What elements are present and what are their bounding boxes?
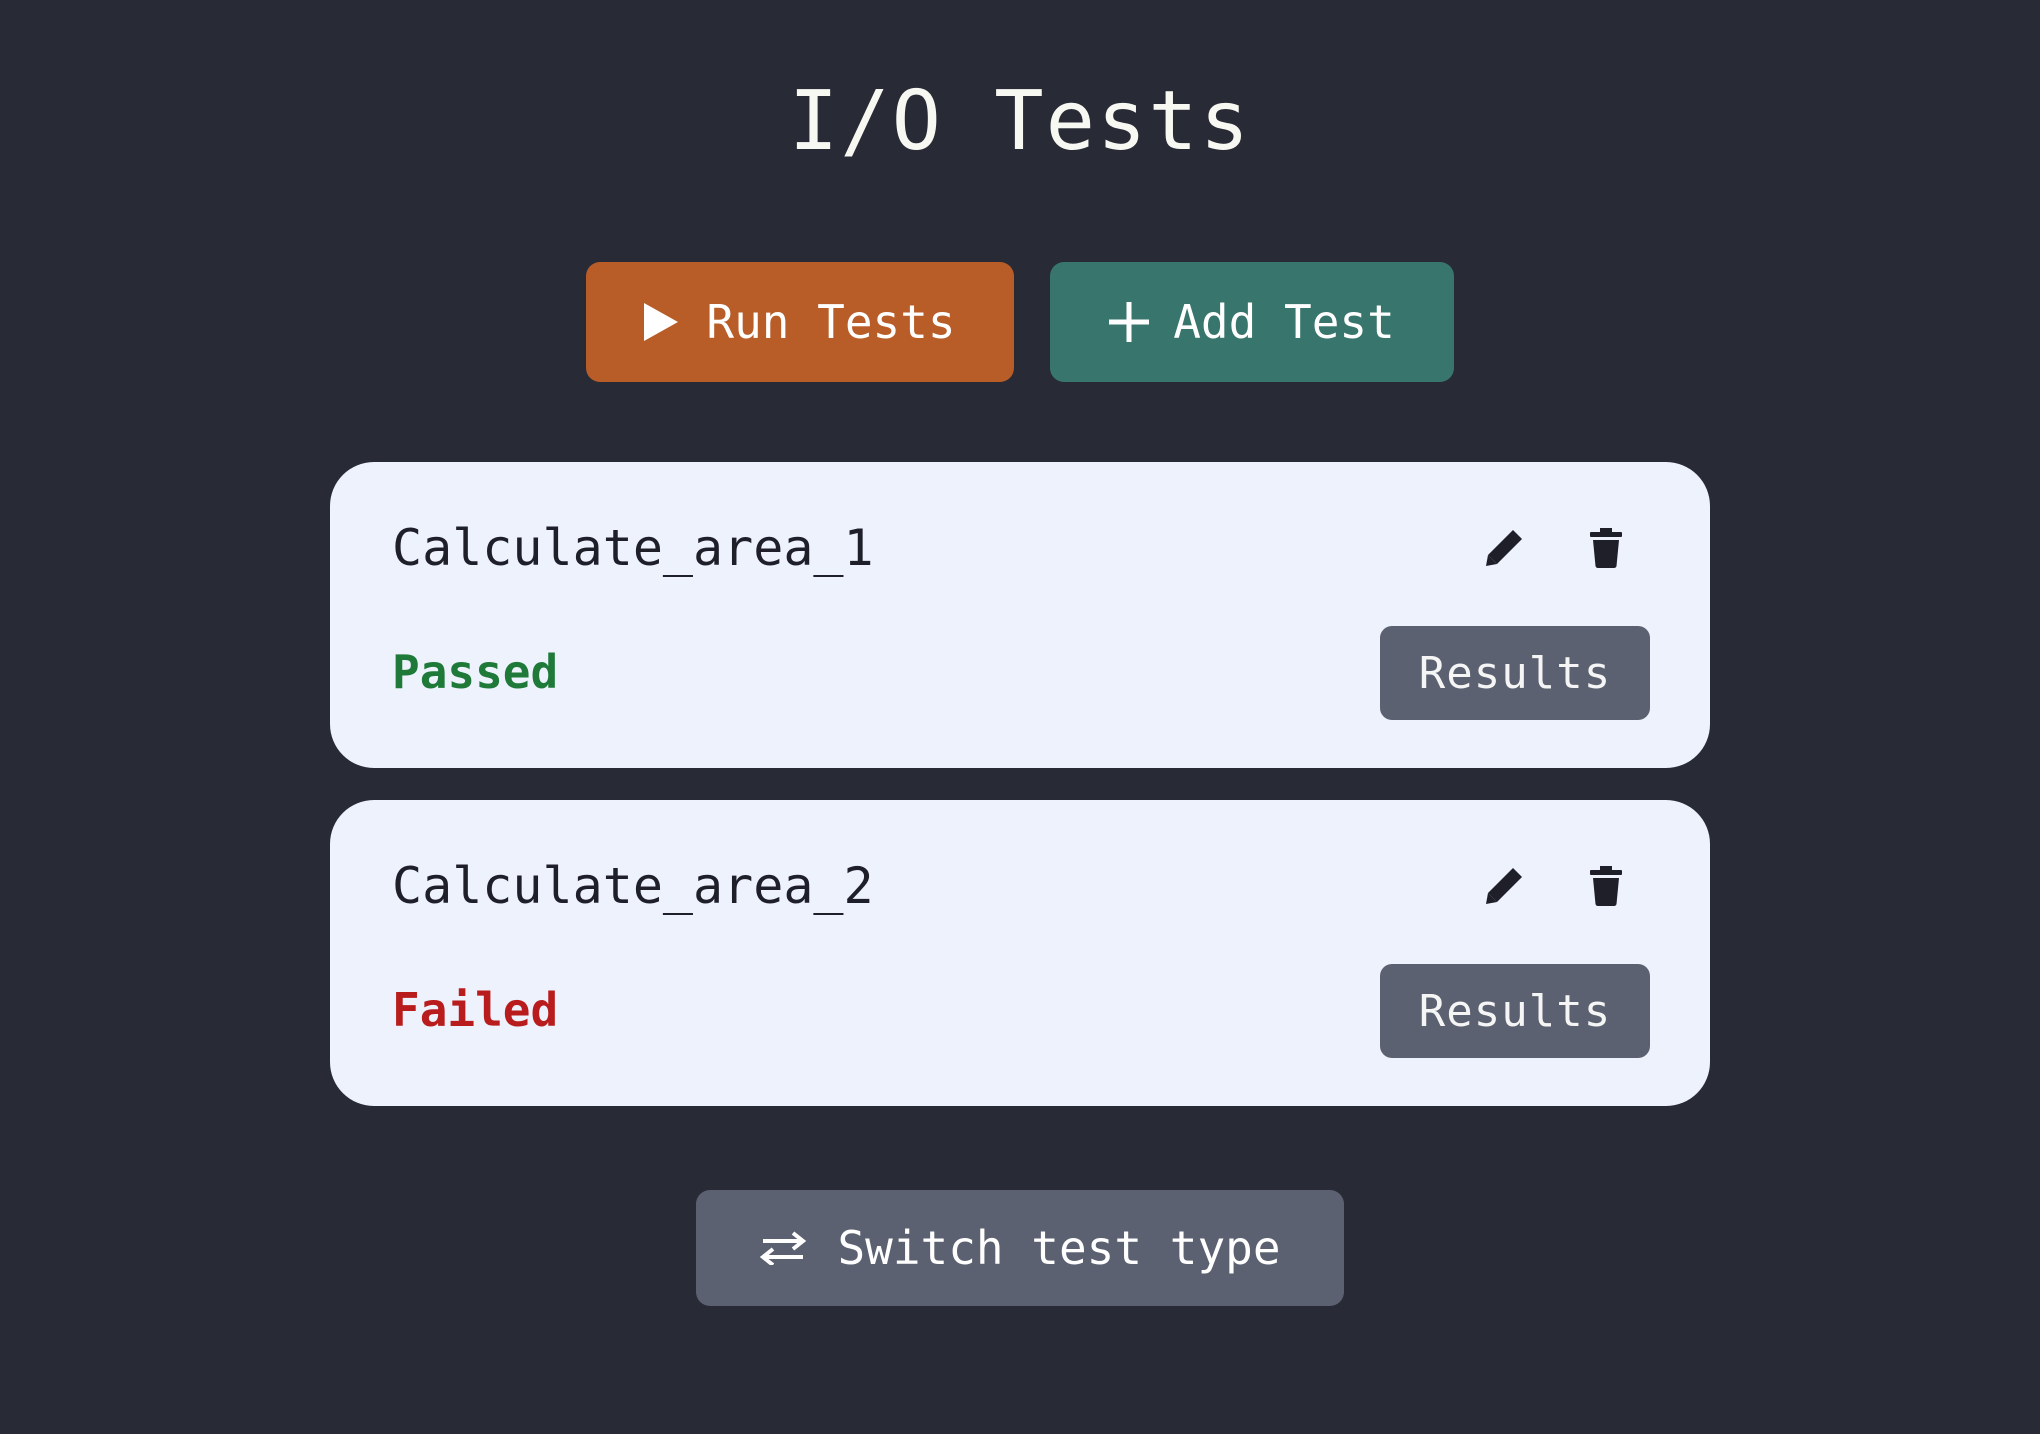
results-button[interactable]: Results	[1380, 626, 1650, 720]
page-title: I/O Tests	[788, 74, 1252, 169]
swap-arrows-icon	[759, 1231, 807, 1265]
play-icon	[644, 303, 679, 341]
edit-icon[interactable]	[1478, 860, 1530, 912]
edit-icon[interactable]	[1478, 522, 1530, 574]
run-tests-label: Run Tests	[706, 295, 956, 349]
plus-icon	[1109, 302, 1150, 342]
trash-icon[interactable]	[1580, 860, 1632, 912]
switch-test-type-button[interactable]: Switch test type	[696, 1190, 1344, 1306]
status-badge: Passed	[392, 645, 559, 699]
test-card: Calculate_area_1 Passed Results	[330, 462, 1710, 768]
run-tests-button[interactable]: Run Tests	[586, 262, 1014, 382]
trash-icon[interactable]	[1580, 522, 1632, 574]
results-button[interactable]: Results	[1380, 964, 1650, 1058]
test-name: Calculate_area_1	[392, 519, 874, 577]
test-card: Calculate_area_2 Failed Results	[330, 800, 1710, 1106]
add-test-button[interactable]: Add Test	[1050, 262, 1454, 382]
add-test-label: Add Test	[1173, 295, 1395, 349]
status-badge: Failed	[392, 983, 559, 1037]
test-name: Calculate_area_2	[392, 857, 874, 915]
switch-test-type-label: Switch test type	[837, 1221, 1281, 1275]
